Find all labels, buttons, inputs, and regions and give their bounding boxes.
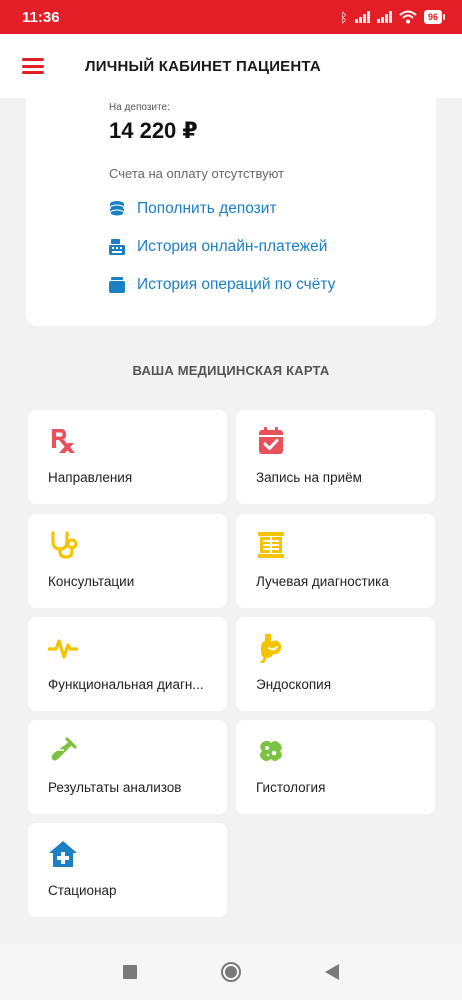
deposit-label: На депозите: bbox=[109, 102, 170, 113]
tile-label: Гистология bbox=[256, 780, 326, 795]
bluetooth-icon: ᛒ bbox=[340, 9, 348, 25]
tile-appointment[interactable]: Запись на приём bbox=[236, 410, 435, 504]
tile-test-results[interactable]: Результаты анализов bbox=[28, 720, 227, 814]
tile-radiology[interactable]: Лучевая диагностика bbox=[236, 514, 435, 608]
recents-button[interactable] bbox=[115, 957, 145, 987]
status-bar: 11:36 ᛒ 96 bbox=[0, 0, 462, 34]
signal-icon bbox=[376, 11, 392, 23]
account-operations-history-link[interactable]: История операций по счёту bbox=[108, 276, 335, 294]
account-operations-history-label: История операций по счёту bbox=[137, 276, 336, 293]
tile-referrals[interactable]: Направления bbox=[28, 410, 227, 504]
tile-label: Направления bbox=[48, 470, 133, 485]
tile-label: Эндоскопия bbox=[256, 677, 332, 692]
bacteria-icon bbox=[260, 740, 282, 761]
deposit-card: На депозите: 14 220 ₽ Счета на оплату от… bbox=[26, 98, 436, 326]
menu-icon-bar bbox=[22, 71, 44, 74]
wifi-icon bbox=[399, 10, 417, 24]
prescription-icon bbox=[52, 429, 75, 453]
home-button[interactable] bbox=[216, 957, 246, 987]
tile-label: Результаты анализов bbox=[48, 780, 182, 795]
status-time: 11:36 bbox=[22, 8, 60, 26]
status-icons: ᛒ 96 bbox=[340, 9, 446, 25]
triangle-back-icon bbox=[324, 964, 339, 980]
top-up-deposit-link[interactable]: Пополнить депозит bbox=[108, 200, 277, 218]
app-bar: ЛИЧНЫЙ КАБИНЕТ ПАЦИЕНТА bbox=[0, 34, 462, 98]
online-payments-history-label: История онлайн-платежей bbox=[137, 238, 328, 255]
no-bills-text: Счета на оплату отсутствуют bbox=[109, 166, 285, 181]
scroll-content[interactable]: На депозите: 14 220 ₽ Счета на оплату от… bbox=[0, 98, 462, 944]
page-title: ЛИЧНЫЙ КАБИНЕТ ПАЦИЕНТА bbox=[85, 57, 321, 75]
pulse-icon bbox=[48, 639, 78, 659]
back-button[interactable] bbox=[317, 957, 347, 987]
tile-label: Функциональная диагн... bbox=[48, 677, 204, 692]
cash-register-icon bbox=[108, 238, 126, 256]
deposit-amount: 14 220 ₽ bbox=[109, 118, 198, 143]
xray-icon bbox=[258, 532, 284, 558]
tile-consultations[interactable]: Консультации bbox=[28, 514, 227, 608]
signal-icon bbox=[354, 11, 370, 23]
tile-label: Стационар bbox=[48, 883, 117, 898]
tile-hospital[interactable]: Стационар bbox=[28, 823, 227, 917]
hospital-icon bbox=[49, 841, 77, 867]
menu-icon-bar bbox=[22, 64, 44, 68]
tile-histology[interactable]: Гистология bbox=[236, 720, 435, 814]
menu-button[interactable] bbox=[22, 55, 52, 77]
test-tube-icon bbox=[51, 737, 77, 761]
menu-icon bbox=[22, 58, 44, 61]
coins-icon bbox=[108, 200, 126, 218]
square-icon bbox=[123, 965, 138, 979]
wallet-icon bbox=[108, 276, 126, 294]
battery-level: 96 bbox=[427, 12, 438, 22]
online-payments-history-link[interactable]: История онлайн-платежей bbox=[108, 238, 327, 256]
calendar-check-icon bbox=[259, 427, 283, 454]
tile-functional-diagnostics[interactable]: Функциональная диагн... bbox=[28, 617, 227, 711]
stomach-icon bbox=[260, 634, 282, 663]
tile-endoscopy[interactable]: Эндоскопия bbox=[236, 617, 435, 711]
tile-label: Консультации bbox=[48, 574, 135, 589]
tile-label: Запись на приём bbox=[256, 470, 362, 485]
top-up-deposit-label: Пополнить депозит bbox=[137, 200, 277, 217]
medical-card-title: ВАША МЕДИЦИНСКАЯ КАРТА bbox=[132, 363, 330, 378]
circle-icon bbox=[220, 962, 241, 982]
stethoscope-icon bbox=[51, 531, 78, 559]
system-nav-bar bbox=[0, 944, 462, 1000]
battery-icon: 96 bbox=[423, 10, 446, 24]
tile-label: Лучевая диагностика bbox=[256, 574, 389, 589]
